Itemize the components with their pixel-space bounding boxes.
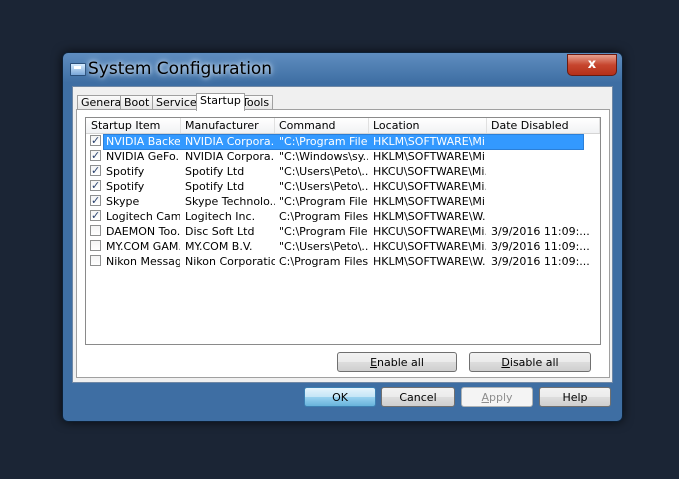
disable-all-button[interactable]: Disable all	[469, 352, 591, 372]
row-startup-item: Skype	[106, 195, 140, 208]
startup-item-checkbox[interactable]	[90, 240, 101, 251]
enable-all-button[interactable]: Enable all	[337, 352, 457, 372]
startup-item-checkbox[interactable]	[90, 225, 101, 236]
system-config-app-icon	[70, 63, 86, 76]
row-manufacturer: Spotify Ltd	[185, 165, 245, 178]
row-date-disabled: 3/9/2016 11:09:...	[491, 255, 590, 268]
row-location: HKLM\SOFTWARE\W...	[373, 210, 486, 223]
row-manufacturer: Spotify Ltd	[185, 180, 245, 193]
row-command: "C:\Users\Peto\...	[279, 180, 368, 193]
list-item[interactable]: Spotify Spotify Ltd "C:\Users\Peto\... HKCU…	[86, 163, 600, 179]
row-startup-item: Spotify	[106, 180, 145, 193]
list-item[interactable]: Nikon Messag... Nikon Corporation C:\Progr…	[86, 254, 600, 269]
startup-item-checkbox[interactable]	[90, 255, 101, 266]
row-location: HKLM\SOFTWARE\Mi...	[373, 195, 486, 208]
startup-items-list[interactable]: Startup Item Manufacturer Command Locati…	[85, 117, 601, 345]
window-title: System Configuration	[88, 59, 273, 79]
row-manufacturer: Disc Soft Ltd	[185, 225, 255, 238]
row-manufacturer: NVIDIA Corpora...	[185, 135, 275, 148]
row-command: "C:\Program File...	[279, 195, 368, 208]
list-item[interactable]: Skype Skype Technolo... "C:\Program File..…	[86, 193, 600, 209]
tab-startup[interactable]: Startup	[196, 93, 245, 111]
row-command: "C:\Program File...	[279, 225, 368, 238]
startup-item-checkbox[interactable]	[90, 163, 101, 178]
row-manufacturer: Skype Technolo...	[185, 195, 275, 208]
column-header-startup-item[interactable]: Startup Item	[86, 118, 181, 133]
startup-item-checkbox[interactable]	[90, 208, 101, 223]
startup-item-checkbox[interactable]	[90, 133, 101, 148]
row-command: "C:\Program File...	[279, 135, 368, 148]
list-header: Startup Item Manufacturer Command Locati…	[86, 118, 600, 134]
list-item[interactable]: MY.COM GAM... MY.COM B.V. "C:\Users\Peto\.…	[86, 239, 600, 254]
row-location: HKCU\SOFTWARE\Mi...	[373, 180, 486, 193]
row-startup-item: Nikon Messag...	[106, 255, 180, 268]
row-location: HKLM\SOFTWARE\W...	[373, 255, 486, 268]
row-manufacturer: Logitech Inc.	[185, 210, 256, 223]
list-item[interactable]: Spotify Spotify Ltd "C:\Users\Peto\... HKCU…	[86, 178, 600, 194]
row-location: HKCU\SOFTWARE\Mi...	[373, 225, 486, 238]
row-date-disabled: 3/9/2016 11:09:...	[491, 225, 590, 238]
row-manufacturer: NVIDIA Corpora...	[185, 150, 275, 163]
title-bar[interactable]: System Configuration x	[63, 53, 622, 87]
row-date-disabled: 3/9/2016 11:09:...	[491, 240, 590, 253]
column-header-date-disabled[interactable]: Date Disabled	[486, 118, 600, 133]
list-item[interactable]: NVIDIA GeFo... NVIDIA Corpora... "C:\Windo…	[86, 148, 600, 164]
row-manufacturer: Nikon Corporation	[185, 255, 275, 268]
row-command: "C:\Windows\sy...	[279, 150, 368, 163]
help-button[interactable]: Help	[539, 387, 611, 407]
dialog-client-area: General Boot Services Startup Tools Star…	[72, 86, 613, 383]
row-command: C:\Program Files...	[279, 255, 368, 268]
row-location: HKCU\SOFTWARE\Mi...	[373, 165, 486, 178]
column-header-manufacturer[interactable]: Manufacturer	[180, 118, 275, 133]
row-startup-item: MY.COM GAM...	[106, 240, 180, 253]
apply-button[interactable]: Apply	[461, 387, 533, 407]
row-startup-item: Logitech Cam...	[106, 210, 180, 223]
row-startup-item: NVIDIA Backe...	[106, 135, 180, 148]
column-header-command[interactable]: Command	[274, 118, 369, 133]
startup-item-checkbox[interactable]	[90, 178, 101, 193]
ok-button[interactable]: OK	[304, 387, 376, 407]
row-command: "C:\Users\Peto\...	[279, 165, 368, 178]
column-header-location[interactable]: Location	[368, 118, 487, 133]
list-item[interactable]: Logitech Cam... Logitech Inc. C:\Program F…	[86, 208, 600, 224]
startup-item-checkbox[interactable]	[90, 193, 101, 208]
tab-boot[interactable]: Boot	[120, 95, 154, 110]
row-location: HKLM\SOFTWARE\Mi...	[373, 150, 486, 163]
cancel-button[interactable]: Cancel	[381, 387, 455, 407]
row-startup-item: Spotify	[106, 165, 145, 178]
system-configuration-window: System Configuration x General Boot Serv…	[62, 52, 623, 422]
list-item[interactable]: DAEMON Too... Disc Soft Ltd "C:\Program Fi…	[86, 224, 600, 239]
row-manufacturer: MY.COM B.V.	[185, 240, 253, 253]
row-location: HKLM\SOFTWARE\Mi...	[373, 135, 486, 148]
row-command: C:\Program Files...	[279, 210, 368, 223]
row-startup-item: NVIDIA GeFo...	[106, 150, 180, 163]
startup-item-checkbox[interactable]	[90, 148, 101, 163]
list-item[interactable]: NVIDIA Backe... NVIDIA Corpora... "C:\Prog…	[86, 133, 600, 150]
row-command: "C:\Users\Peto\...	[279, 240, 368, 253]
startup-tab-panel: Startup Item Manufacturer Command Locati…	[76, 109, 610, 378]
row-startup-item: DAEMON Too...	[106, 225, 180, 238]
close-button[interactable]: x	[567, 54, 617, 76]
row-location: HKCU\SOFTWARE\Mi...	[373, 240, 486, 253]
list-rows: NVIDIA Backe... NVIDIA Corpora... "C:\Prog…	[86, 133, 600, 269]
